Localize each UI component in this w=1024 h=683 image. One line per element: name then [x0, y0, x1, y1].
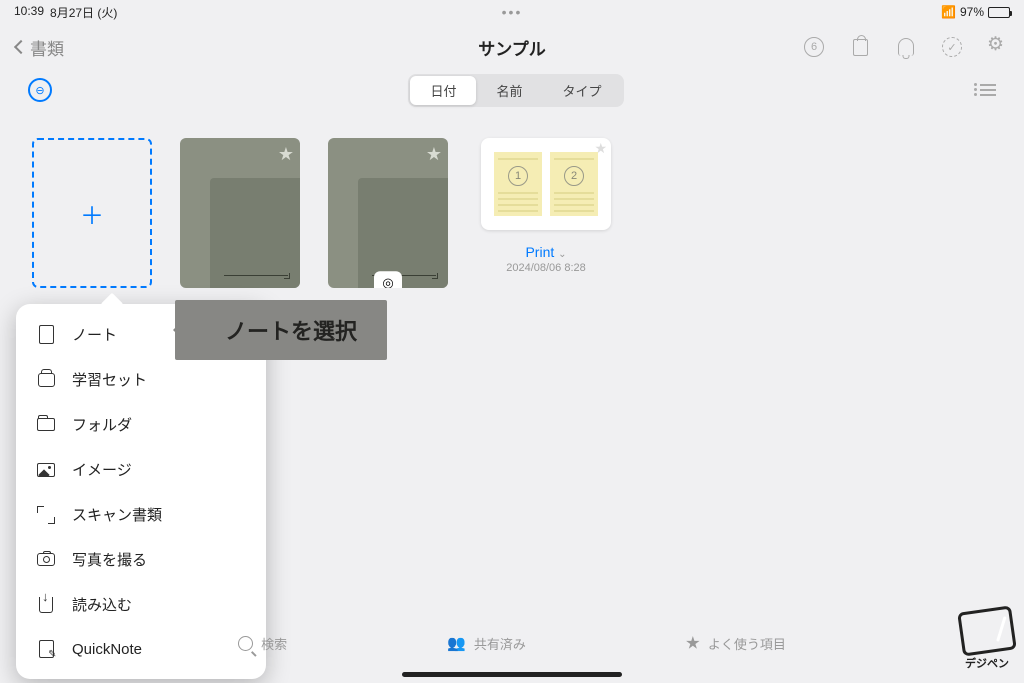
- scan-icon: [36, 505, 56, 525]
- watermark-logo: デジペン: [960, 609, 1014, 671]
- bottom-favorites[interactable]: よく使う項目: [686, 634, 786, 653]
- add-tile[interactable]: ＋: [32, 138, 152, 288]
- chevron-down-icon: ⌄: [558, 249, 566, 260]
- home-indicator[interactable]: [402, 672, 622, 677]
- menu-item-image[interactable]: イメージ: [16, 447, 266, 492]
- star-icon[interactable]: ★: [426, 144, 442, 165]
- segment-date[interactable]: 日付: [410, 76, 476, 105]
- page-title: サンプル: [478, 35, 546, 60]
- bottom-shared[interactable]: 👥共有済み: [447, 634, 526, 653]
- bell-icon[interactable]: [896, 37, 916, 57]
- status-bar: 10:39 8月27日 (火) ••• 📶 97%: [0, 0, 1024, 24]
- multitask-dots[interactable]: •••: [502, 4, 523, 20]
- battery-icon: [988, 7, 1010, 18]
- note-tile-2[interactable]: ★ ◎: [328, 138, 448, 288]
- bottom-bar: 検索 👥共有済み よく使う項目: [0, 621, 1024, 665]
- wifi-icon: 📶: [941, 5, 956, 19]
- import-icon: [36, 595, 56, 615]
- bottom-search[interactable]: 検索: [238, 634, 287, 653]
- annotation-callout: ノートを選択: [175, 300, 387, 360]
- people-icon: 👥: [447, 634, 466, 652]
- sync-badge-icon[interactable]: 6: [804, 37, 824, 57]
- segment-type[interactable]: タイプ: [543, 76, 622, 105]
- print-tile[interactable]: ★ 1 2 Print ⌄ 2024/08/06 8:28: [476, 138, 616, 274]
- chevron-left-icon: [14, 40, 28, 54]
- tile-label[interactable]: Print ⌄: [525, 244, 566, 260]
- shop-icon[interactable]: [850, 37, 870, 57]
- filter-row: ⊖ 日付 名前 タイプ: [0, 70, 1024, 110]
- top-nav: 書類 サンプル 6 ✓: [0, 24, 1024, 70]
- back-button[interactable]: 書類: [16, 35, 64, 60]
- list-view-icon[interactable]: [980, 84, 996, 96]
- folder-icon: [36, 415, 56, 435]
- print-preview: ★ 1 2: [481, 138, 611, 230]
- menu-item-study-set[interactable]: 学習セット: [16, 357, 266, 402]
- tile-date: 2024/08/06 8:28: [506, 262, 586, 274]
- status-date: 8月27日 (火): [50, 4, 117, 21]
- menu-item-scan[interactable]: スキャン書類: [16, 492, 266, 537]
- star-icon: [686, 636, 700, 650]
- gear-icon[interactable]: [988, 37, 1008, 57]
- plus-icon: ＋: [80, 196, 104, 231]
- stack-icon: [36, 370, 56, 390]
- sort-segment: 日付 名前 タイプ: [408, 74, 623, 107]
- segment-name[interactable]: 名前: [476, 76, 542, 105]
- status-time: 10:39: [14, 4, 44, 21]
- star-icon[interactable]: ★: [278, 144, 294, 165]
- note-icon: [36, 325, 56, 345]
- menu-item-camera[interactable]: 写真を撮る: [16, 537, 266, 582]
- note-tile-1[interactable]: ★: [180, 138, 300, 288]
- search-icon: [238, 636, 253, 651]
- back-label: 書類: [30, 35, 64, 60]
- camera-icon: [36, 550, 56, 570]
- document-grid: ＋ ★ ★ ◎ ★ 1 2 Print ⌄ 2024/08/06 8:28: [0, 110, 1024, 316]
- progress-icon[interactable]: ✓: [942, 37, 962, 57]
- select-mode-button[interactable]: ⊖: [28, 78, 52, 102]
- image-icon: [36, 460, 56, 480]
- menu-item-folder[interactable]: フォルダ: [16, 402, 266, 447]
- camera-badge-icon: ◎: [374, 271, 402, 288]
- battery-pct: 97%: [960, 5, 984, 19]
